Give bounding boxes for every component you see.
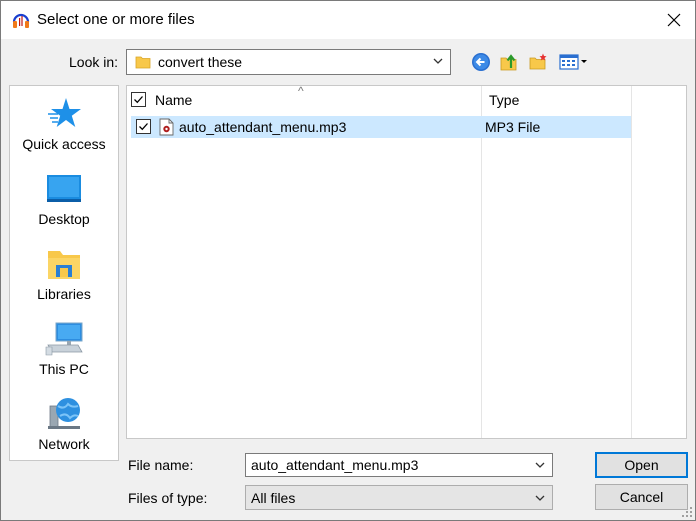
title-bar: Select one or more files [1, 1, 695, 39]
file-type-label: Files of type: [128, 490, 208, 506]
file-type-value: All files [251, 490, 296, 506]
lookin-dropdown[interactable]: convert these [126, 49, 451, 75]
view-menu-button[interactable] [557, 51, 591, 73]
column-header-type[interactable]: Type [481, 86, 631, 114]
open-button[interactable]: Open [595, 452, 688, 478]
places-bar: Quick access Desktop Libraries This PC N… [9, 85, 119, 461]
column-divider[interactable] [481, 86, 482, 438]
libraries-icon [48, 251, 80, 279]
computer-icon [45, 322, 83, 356]
file-name-label: File name: [128, 457, 194, 473]
column-header-name-label: Name [155, 92, 193, 108]
place-label: Libraries [37, 286, 91, 302]
lookin-value: convert these [158, 54, 243, 70]
file-name-input[interactable]: auto_attendant_menu.mp3 [245, 453, 553, 477]
file-type-cell: MP3 File [485, 119, 541, 135]
column-divider[interactable] [631, 86, 632, 438]
column-header-name[interactable]: ^ Name [127, 86, 481, 114]
new-folder-icon [529, 53, 547, 70]
place-label: Network [38, 436, 90, 452]
folder-icon [135, 56, 151, 69]
back-button[interactable] [470, 51, 492, 73]
back-arrow-icon [472, 53, 490, 71]
file-open-dialog: Select one or more files Look in: conver… [0, 0, 696, 521]
close-icon [667, 13, 681, 27]
checkmark-icon [134, 96, 143, 104]
file-name-value: auto_attendant_menu.mp3 [251, 457, 419, 473]
place-label: This PC [39, 361, 89, 377]
lookin-label: Look in: [69, 54, 119, 70]
dialog-title: Select one or more files [37, 11, 195, 28]
place-label: Quick access [22, 136, 106, 152]
audio-file-icon [159, 118, 174, 136]
chevron-down-icon[interactable] [534, 459, 546, 471]
file-list[interactable]: ^ Name Type auto_attendant_menu.mp3 MP3 … [126, 85, 687, 439]
view-menu-icon [559, 54, 587, 70]
file-type-select[interactable]: All files [245, 485, 553, 510]
chevron-down-icon [433, 58, 443, 64]
star-icon [48, 98, 81, 127]
audacity-headphones-icon [12, 13, 30, 28]
up-folder-icon [500, 54, 517, 71]
place-libraries[interactable]: Libraries [10, 246, 118, 318]
place-quick-access[interactable]: Quick access [10, 96, 118, 168]
desktop-icon [47, 175, 81, 202]
resize-grip-icon[interactable] [681, 506, 693, 518]
up-folder-button[interactable] [498, 51, 520, 73]
chevron-down-icon [535, 495, 545, 501]
new-folder-button[interactable] [527, 51, 549, 73]
select-all-checkbox[interactable] [131, 92, 146, 107]
cancel-button[interactable]: Cancel [595, 484, 688, 510]
checkmark-icon [139, 123, 148, 131]
place-desktop[interactable]: Desktop [10, 171, 118, 243]
place-network[interactable]: Network [10, 396, 118, 468]
network-icon [48, 398, 80, 429]
close-button[interactable] [653, 1, 695, 39]
place-label: Desktop [38, 211, 90, 227]
file-row[interactable]: auto_attendant_menu.mp3 MP3 File [131, 116, 631, 138]
sort-ascending-icon: ^ [298, 85, 304, 98]
place-this-pc[interactable]: This PC [10, 321, 118, 393]
file-name-cell: auto_attendant_menu.mp3 [179, 119, 347, 135]
column-header-type-label: Type [489, 92, 520, 108]
file-row-checkbox[interactable] [136, 119, 151, 134]
